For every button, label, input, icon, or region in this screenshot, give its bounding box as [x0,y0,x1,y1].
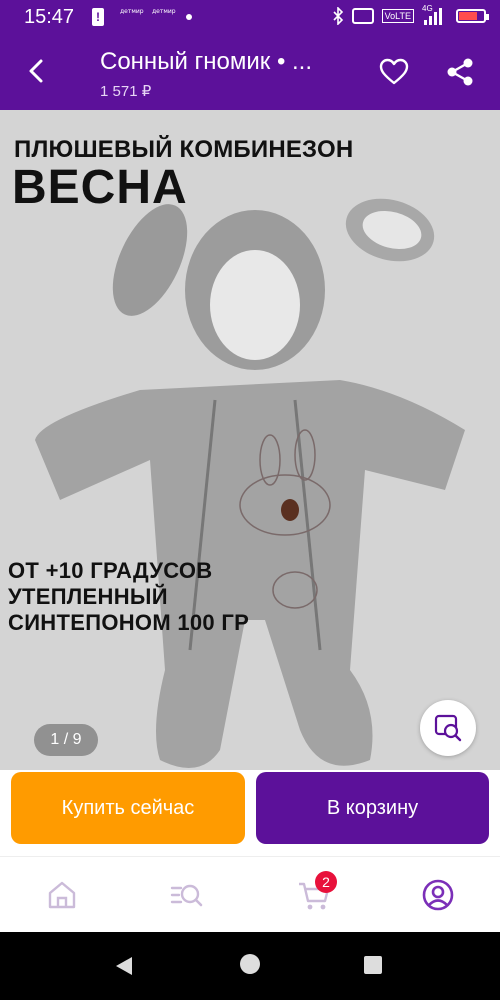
product-photo-jumpsuit [35,198,465,768]
image-search-icon [434,714,462,742]
image-feature-2: УТЕПЛЕННЫЙ [8,584,168,609]
image-search-button[interactable] [420,700,476,756]
system-recents-icon[interactable] [364,956,382,974]
profile-icon[interactable] [420,877,456,913]
alert-icon: ! [92,8,104,26]
vibrate-icon [351,8,374,24]
system-back-icon[interactable] [114,956,134,976]
buy-now-button[interactable]: Купить сейчас [11,772,245,844]
heart-icon[interactable] [378,56,410,88]
catalog-search-icon[interactable] [168,877,204,913]
network-type-label: 4G [422,4,433,13]
back-arrow-icon[interactable] [22,56,52,86]
battery-icon [456,9,489,23]
signal-icon: 4G [422,4,448,25]
bluetooth-icon [333,7,343,25]
bottom-navigation: 2 [0,856,500,933]
status-bar: 15:47 ! детмир детмир VoLTE 4G [0,0,500,34]
notification-dot-icon [186,14,192,20]
volte-label: VoLTE [381,9,414,23]
product-title: Сонный гномик • ... [100,48,313,75]
system-navigation-bar [0,932,500,1000]
cart-count-badge: 2 [315,871,337,893]
image-headline-large: ВЕСНА [12,161,188,214]
product-image-gallery[interactable]: ПЛЮШЕВЫЙ КОМБИНЕЗОН ВЕСНА ОТ +10 ГРАДУСО… [0,110,500,770]
image-feature-3: СИНТЕПОНОМ 100 ГР [8,610,250,635]
share-icon[interactable] [444,56,476,88]
status-time: 15:47 [24,6,75,28]
system-home-icon[interactable] [240,954,260,974]
status-icons: VoLTE 4G [332,4,489,25]
home-icon[interactable] [44,877,80,913]
product-price: 1 571 ₽ [100,83,152,100]
action-buttons: Купить сейчас В корзину [0,770,500,854]
app-bar: Сонный гномик • ... 1 571 ₽ [0,34,500,110]
detmir-app-icon: детмир [120,8,144,15]
add-to-cart-button[interactable]: В корзину [256,772,489,844]
detmir-app-icon-2: детмир [152,8,176,15]
image-feature-1: ОТ +10 ГРАДУСОВ [8,558,213,583]
image-counter: 1 / 9 [34,724,98,756]
